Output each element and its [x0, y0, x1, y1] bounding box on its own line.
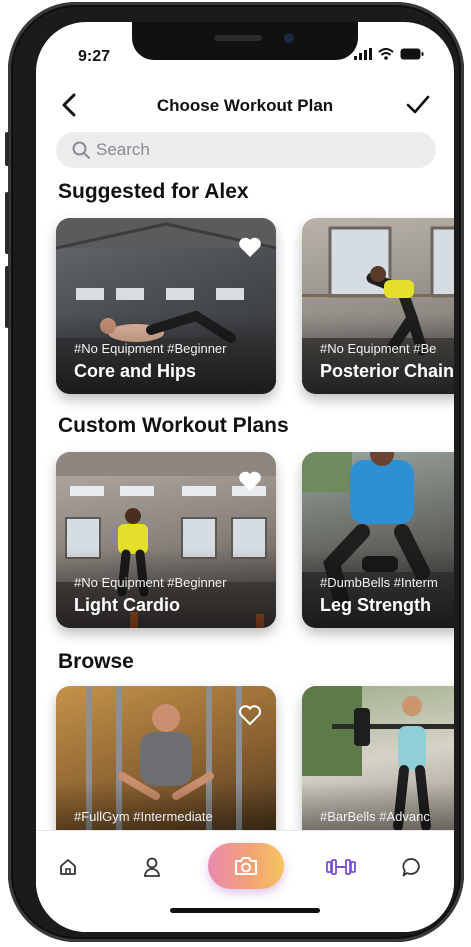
signal-icon — [354, 48, 372, 60]
workout-card-core-and-hips[interactable]: #No Equipment #Beginner Core and Hips — [56, 218, 276, 394]
card-tags: #No Equipment #Be — [320, 341, 437, 356]
tab-chat[interactable] — [398, 853, 426, 881]
front-camera — [284, 33, 294, 43]
card-tags: #No Equipment #Beginner — [74, 341, 227, 356]
card-tags: #DumbBells #Interm — [320, 575, 438, 590]
custom-row: #No Equipment #Beginner Light Cardio #Du… — [56, 452, 454, 628]
home-indicator — [170, 908, 320, 913]
status-time: 9:27 — [78, 48, 111, 65]
section-title-custom: Custom Workout Plans — [58, 414, 289, 437]
checkmark-icon — [406, 95, 430, 114]
notch — [132, 22, 358, 60]
screen: 9:27 Choose Workout Plan Search Suggeste… — [36, 22, 454, 932]
workout-card-posterior-chain[interactable]: #No Equipment #Be Posterior Chain — [302, 218, 454, 394]
workout-card-leg-strength[interactable]: #DumbBells #Interm Leg Strength — [302, 452, 454, 628]
battery-icon — [400, 48, 424, 60]
section-title-browse: Browse — [58, 650, 134, 673]
confirm-button[interactable] — [404, 92, 432, 118]
tab-workouts[interactable] — [324, 853, 358, 881]
camera-icon — [235, 857, 257, 875]
volume-down-button — [5, 266, 9, 328]
page-title: Choose Workout Plan — [156, 96, 334, 115]
heart-outline-icon[interactable] — [238, 704, 262, 726]
nav-bar: Choose Workout Plan — [36, 92, 454, 122]
tab-profile[interactable] — [138, 853, 166, 881]
section-title-suggested: Suggested for Alex — [58, 180, 249, 203]
card-title: Core and Hips — [74, 361, 197, 381]
tab-bar — [36, 830, 454, 932]
card-title: Light Cardio — [74, 595, 180, 615]
card-tags: #No Equipment #Beginner — [74, 575, 227, 590]
card-title: Leg Strength — [320, 595, 431, 615]
status-icons — [354, 48, 424, 60]
home-icon — [60, 859, 76, 875]
speaker — [214, 35, 262, 41]
wifi-icon — [378, 48, 394, 60]
volume-up-button — [5, 192, 9, 254]
search-input[interactable]: Search — [56, 132, 436, 168]
camera-button[interactable] — [208, 843, 284, 889]
workout-card-light-cardio[interactable]: #No Equipment #Beginner Light Cardio — [56, 452, 276, 628]
card-title: Posterior Chain — [320, 361, 454, 381]
dumbbell-icon — [326, 859, 356, 875]
tab-home[interactable] — [54, 853, 82, 881]
profile-icon — [144, 857, 160, 877]
chat-icon — [402, 858, 420, 877]
mute-switch — [5, 132, 9, 166]
heart-filled-icon[interactable] — [238, 236, 262, 258]
search-icon — [72, 141, 90, 159]
search-placeholder: Search — [96, 140, 150, 159]
heart-filled-icon[interactable] — [238, 470, 262, 492]
card-tags: #FullGym #Intermediate — [74, 809, 213, 824]
card-tags: #BarBells #Advanc — [320, 809, 430, 824]
suggested-row: #No Equipment #Beginner Core and Hips #N… — [56, 218, 454, 394]
